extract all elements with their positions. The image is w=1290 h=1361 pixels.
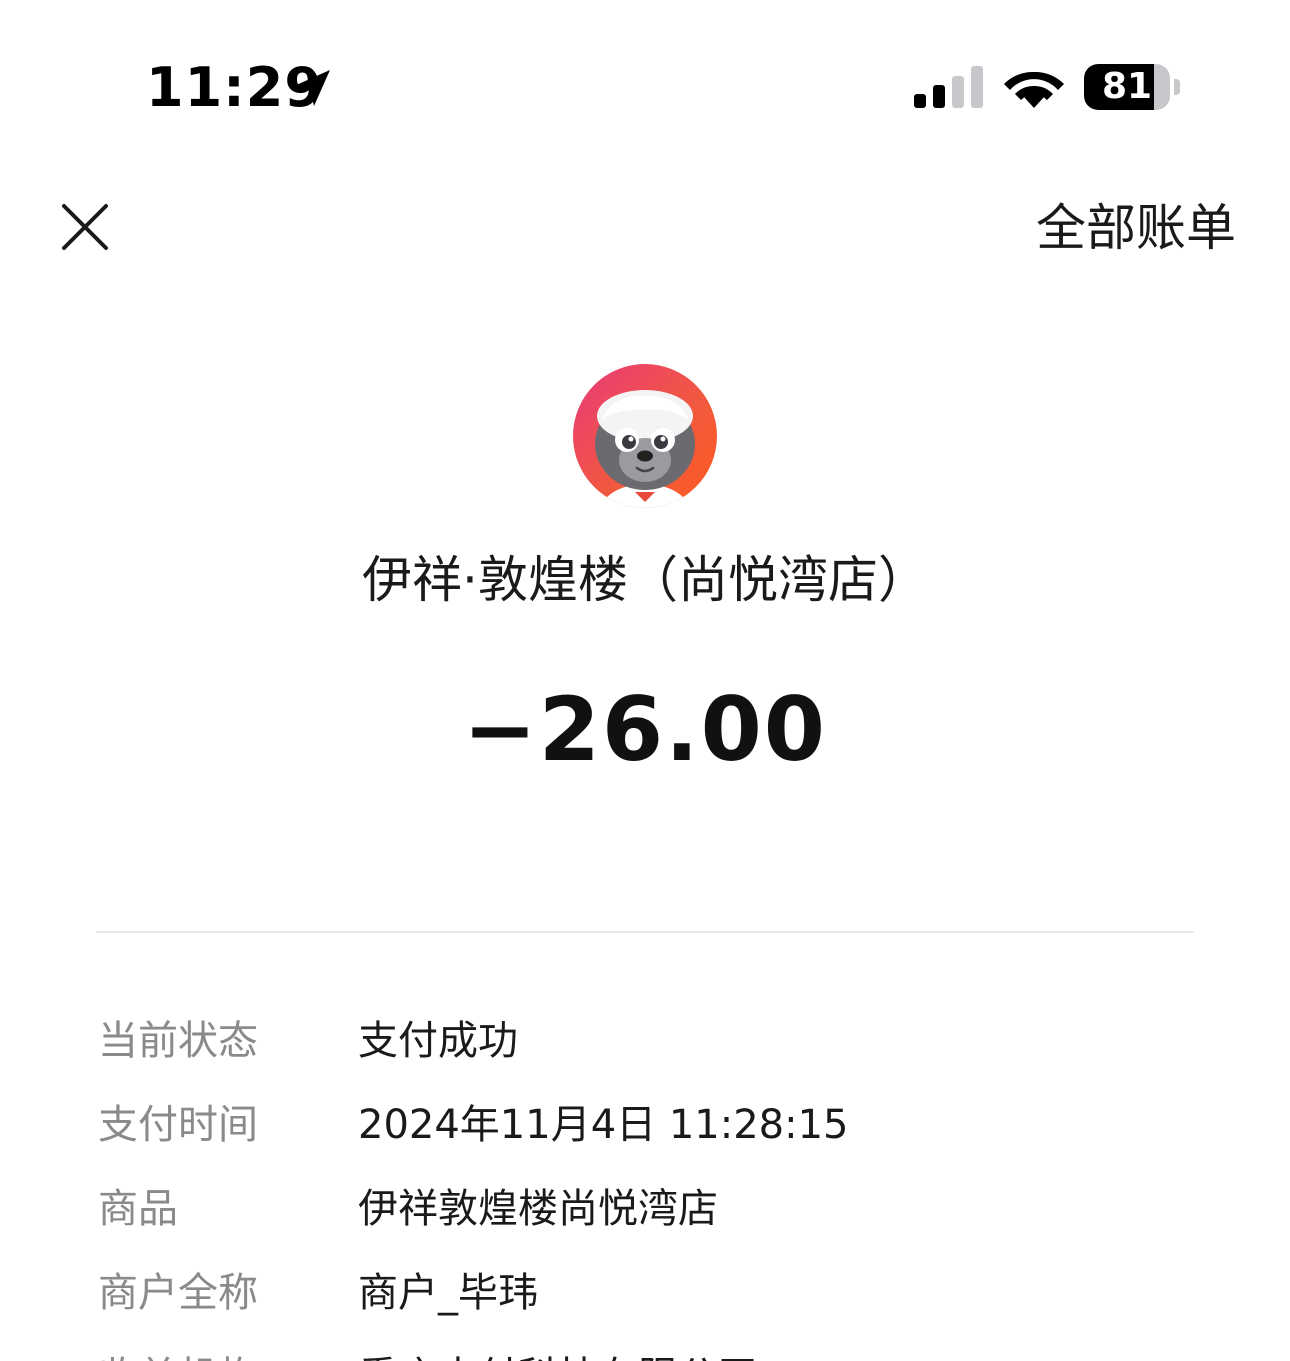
detail-label: 商户全称 — [98, 1270, 258, 1316]
transaction-amount: −26.00 — [462, 678, 828, 781]
battery-level-text: 81 — [1101, 66, 1153, 107]
battery-indicator: 81 — [1084, 64, 1180, 110]
detail-row-status: 当前状态 支付成功 — [0, 1006, 1290, 1076]
detail-row-acquirer: 收单机构 重庆支付科技有限公司 — [0, 1342, 1290, 1361]
status-bar: 11:29 81 — [0, 0, 1290, 150]
detail-value: 商户_毕玮 — [358, 1270, 538, 1316]
close-icon[interactable] — [58, 200, 112, 254]
detail-row-merchant-full-name: 商户全称 商户_毕玮 — [0, 1258, 1290, 1328]
detail-value: 2024年11月4日 11:28:15 — [358, 1102, 849, 1148]
divider — [96, 931, 1194, 933]
merchant-avatar — [573, 364, 717, 508]
badger-mascot-icon — [595, 390, 695, 508]
detail-label: 支付时间 — [98, 1102, 258, 1148]
detail-value: 重庆支付科技有限公司 — [358, 1342, 758, 1361]
cellular-signal-icon — [914, 66, 983, 108]
all-bills-link[interactable]: 全部账单 — [1036, 198, 1236, 258]
wifi-icon — [1004, 71, 1064, 108]
detail-row-product: 商品 伊祥敦煌楼尚悦湾店 — [0, 1174, 1290, 1244]
detail-value: 支付成功 — [358, 1018, 518, 1064]
detail-value: 伊祥敦煌楼尚悦湾店 — [358, 1186, 718, 1232]
location-arrow-icon — [294, 70, 330, 106]
merchant-name: 伊祥·敦煌楼（尚悦湾店） — [362, 551, 928, 609]
detail-label: 当前状态 — [98, 1018, 258, 1064]
detail-row-payment-time: 支付时间 2024年11月4日 11:28:15 — [0, 1090, 1290, 1160]
detail-label: 商品 — [98, 1186, 178, 1232]
detail-label: 收单机构 — [98, 1342, 258, 1361]
